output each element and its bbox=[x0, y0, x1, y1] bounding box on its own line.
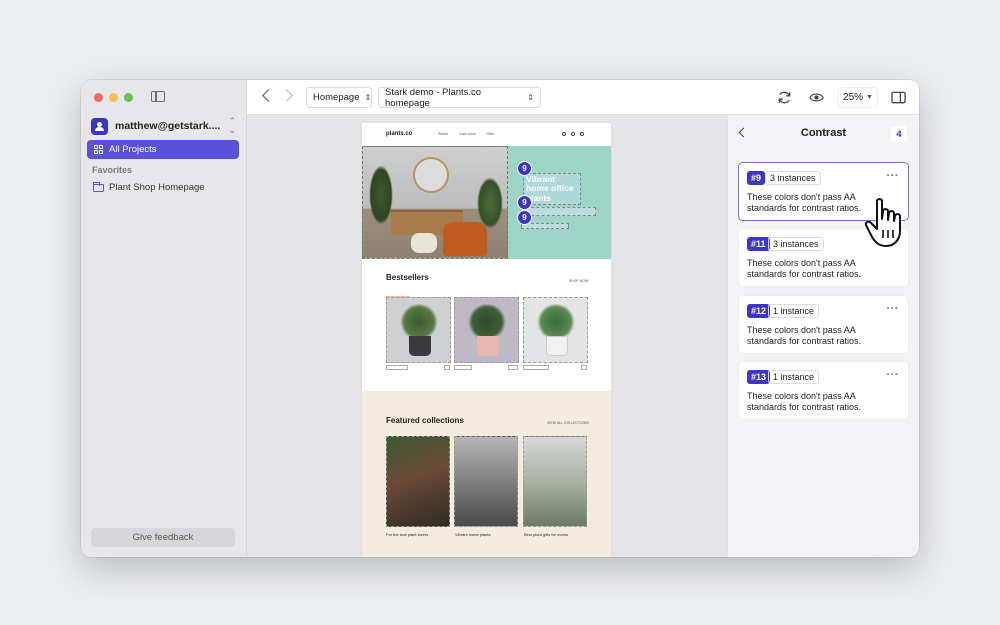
contrast-panel: Contrast 4 #9 3 instances ··· These colo… bbox=[727, 115, 919, 557]
collection-card bbox=[454, 436, 518, 527]
featured-heading: Featured collections bbox=[386, 416, 464, 425]
collection-card bbox=[523, 436, 587, 527]
file-select-value: Stark demo - Plants.co homepage bbox=[385, 86, 482, 109]
product-meta bbox=[523, 365, 549, 370]
account-name: matthew@getstark.... bbox=[115, 120, 221, 132]
folder-icon bbox=[93, 181, 104, 192]
collection-caption: For the true plant lovers bbox=[386, 532, 429, 537]
chevron-updown-icon: ⇕ bbox=[364, 93, 372, 102]
product-meta bbox=[454, 365, 472, 370]
user-icon bbox=[562, 132, 566, 136]
zoom-value: 25% bbox=[843, 92, 864, 103]
issue-card[interactable]: #13 1 instance ··· These colors don't pa… bbox=[738, 361, 909, 420]
eye-icon[interactable] bbox=[809, 90, 824, 105]
cart-icon bbox=[580, 132, 584, 136]
panel-header: Contrast 4 bbox=[728, 115, 919, 151]
chevron-updown-icon: ⌃ ⌄ bbox=[228, 116, 236, 135]
right-panel-toggle-icon[interactable] bbox=[891, 90, 906, 105]
page-nav-item: Gifts bbox=[486, 132, 494, 136]
minimize-window-button[interactable] bbox=[109, 93, 118, 102]
product-meta bbox=[386, 365, 408, 370]
issue-id: #11 bbox=[747, 237, 770, 251]
issue-badge[interactable]: 9 bbox=[517, 161, 532, 176]
close-window-button[interactable] bbox=[94, 93, 103, 102]
page-header-icons bbox=[562, 132, 584, 136]
issue-description: These colors don't pass AA standards for… bbox=[747, 325, 862, 346]
design-canvas[interactable]: plants.co Plants Care tools Gifts Vibran… bbox=[247, 115, 727, 557]
more-icon[interactable]: ··· bbox=[887, 303, 900, 315]
sidebar-item-plant-shop[interactable]: Plant Shop Homepage bbox=[93, 181, 205, 193]
chevron-updown-icon: ⇕ bbox=[527, 93, 534, 102]
bestsellers-heading: Bestsellers bbox=[386, 273, 429, 282]
search-icon bbox=[571, 132, 575, 136]
product-card bbox=[454, 297, 519, 363]
forward-icon[interactable] bbox=[280, 89, 293, 102]
chevron-down-icon: ▼ bbox=[866, 94, 873, 101]
favorites-heading: Favorites bbox=[92, 165, 133, 175]
issue-description: These colors don't pass AA standards for… bbox=[747, 391, 862, 412]
issue-badge[interactable]: 9 bbox=[517, 210, 532, 225]
file-select[interactable]: Stark demo - Plants.co homepage ⇕ bbox=[378, 86, 541, 109]
product-meta bbox=[508, 365, 518, 370]
sidebar-toggle-icon[interactable] bbox=[151, 91, 165, 102]
collection-caption: Vibrant home plants bbox=[455, 532, 491, 537]
sidebar: matthew@getstark.... ⌃ ⌄ All Projects Fav… bbox=[81, 80, 247, 557]
issue-instances: 3 instances bbox=[765, 171, 821, 185]
page-select[interactable]: Homepage ⇕ bbox=[306, 87, 372, 108]
give-feedback-button[interactable]: Give feedback bbox=[91, 528, 235, 547]
sidebar-item-all-projects[interactable]: All Projects bbox=[87, 140, 239, 159]
hero-image bbox=[362, 146, 508, 259]
issue-id: #12 bbox=[747, 304, 771, 318]
account-switcher[interactable]: matthew@getstark.... ⌃ ⌄ bbox=[91, 116, 236, 136]
hero-line-flagged[interactable] bbox=[521, 207, 596, 216]
issue-id: #13 bbox=[747, 370, 771, 384]
user-avatar-icon bbox=[91, 117, 108, 135]
issue-id: #9 bbox=[747, 171, 766, 185]
collection-card bbox=[386, 436, 450, 527]
page-nav-item: Plants bbox=[438, 132, 448, 136]
page-select-value: Homepage bbox=[313, 92, 360, 103]
window-controls bbox=[94, 93, 133, 102]
shop-now-link: SHOP NOW bbox=[569, 279, 589, 283]
toolbar: Homepage ⇕ Stark demo - Plants.co homepa… bbox=[247, 80, 919, 115]
product-card bbox=[386, 297, 451, 363]
issue-instances: 1 instance bbox=[768, 304, 820, 318]
grid-icon bbox=[94, 145, 103, 154]
product-meta bbox=[444, 365, 450, 370]
page-nav: Plants Care tools Gifts bbox=[438, 132, 494, 136]
hand-cursor-icon bbox=[863, 197, 911, 249]
more-icon[interactable]: ··· bbox=[887, 369, 900, 381]
page-header: plants.co Plants Care tools Gifts bbox=[362, 129, 611, 141]
view-all-link: VIEW ALL COLLECTIONS bbox=[547, 421, 589, 425]
back-icon[interactable] bbox=[262, 89, 275, 102]
more-icon[interactable]: ··· bbox=[887, 170, 900, 182]
collection-caption: Best plant gifts for moms bbox=[524, 532, 569, 537]
issue-description: These colors don't pass AA standards for… bbox=[747, 258, 862, 279]
issue-instances: 1 instance bbox=[768, 370, 820, 384]
refresh-icon[interactable] bbox=[777, 90, 792, 105]
product-meta bbox=[581, 365, 587, 370]
sidebar-item-label: All Projects bbox=[109, 144, 157, 155]
issue-count-badge: 4 bbox=[891, 126, 907, 142]
zoom-window-button[interactable] bbox=[124, 93, 133, 102]
zoom-select[interactable]: 25% ▼ bbox=[838, 87, 878, 108]
page-nav-item: Care tools bbox=[459, 132, 476, 136]
design-page[interactable]: plants.co Plants Care tools Gifts Vibran… bbox=[362, 123, 611, 557]
app-window: matthew@getstark.... ⌃ ⌄ All Projects Fav… bbox=[81, 80, 919, 557]
page-logo: plants.co bbox=[386, 131, 413, 137]
product-card bbox=[523, 297, 588, 363]
issue-badge[interactable]: 9 bbox=[517, 195, 532, 210]
issue-card[interactable]: #12 1 instance ··· These colors don't pa… bbox=[738, 295, 909, 354]
sidebar-item-label: Plant Shop Homepage bbox=[109, 182, 205, 193]
issue-instances: 3 instances bbox=[768, 237, 824, 251]
